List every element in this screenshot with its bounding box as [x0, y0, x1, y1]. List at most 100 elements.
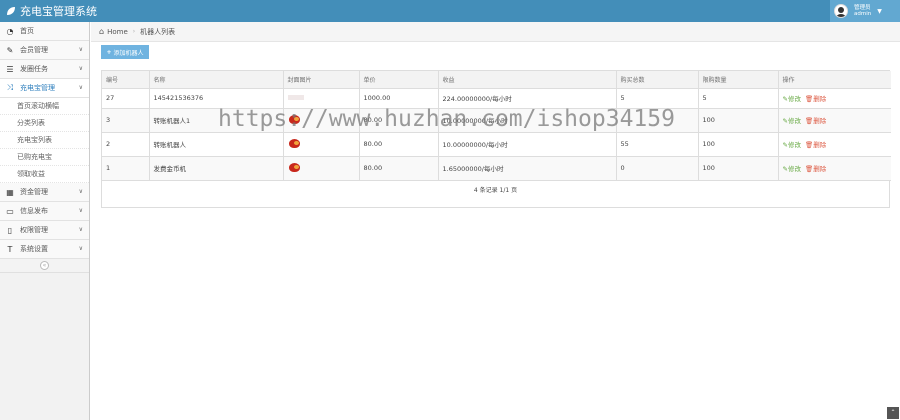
edit-link[interactable]: ✎修改 — [783, 117, 801, 125]
column-header: 操作 — [777, 71, 891, 89]
cell-id: 1 — [102, 156, 149, 181]
chevron-down-icon: ∨ — [78, 46, 83, 53]
pagination-info: 4 条记录 1/1 页 — [102, 181, 889, 198]
cell-limit: 100 — [697, 156, 778, 181]
breadcrumb-home[interactable]: Home — [107, 28, 128, 36]
top-navbar: 充电宝管理系统 管理员 admin ▼ — [0, 0, 900, 22]
edit-label: 修改 — [787, 165, 801, 173]
column-header: 购买总数 — [615, 71, 698, 89]
sidebar-subitem-label: 充电宝列表 — [17, 136, 52, 144]
cell-name: 145421536376 — [148, 88, 283, 109]
cell-total: 5 — [615, 88, 698, 109]
cell-total: 0 — [615, 156, 698, 181]
table-header-row: 编号 名称 封面图片 单价 收益 购买总数 限购数量 操作 — [102, 71, 891, 89]
chevron-down-icon: ∨ — [78, 65, 83, 72]
leaf-icon — [7, 7, 15, 15]
edit-link[interactable]: ✎修改 — [783, 95, 801, 103]
edit-link[interactable]: ✎修改 — [783, 165, 801, 173]
sidebar-item-publish[interactable]: ▭ 信息发布 ∨ — [0, 202, 89, 221]
delete-label: 删除 — [813, 117, 827, 125]
cell-actions: ✎修改 🗑删除 — [777, 108, 891, 133]
cell-price: 80.00 — [358, 132, 438, 157]
edit-label: 修改 — [787, 117, 801, 125]
cell-income: 224.00000000/每小时 — [437, 88, 616, 109]
user-menu[interactable]: 管理员 admin ▼ — [830, 0, 900, 22]
sidebar-item-label: 系统设置 — [20, 245, 48, 253]
cell-price: 1000.00 — [358, 88, 438, 109]
cell-actions: ✎修改 🗑删除 — [777, 88, 891, 109]
table-row: 27 145421536376 1000.00 224.00000000/每小时… — [102, 88, 891, 109]
sidebar-item-label: 充电宝管理 — [20, 84, 55, 92]
sidebar-subitem-label: 首页滚动横幅 — [17, 102, 59, 110]
sidebar-subitem-categories[interactable]: 分类列表 — [0, 115, 89, 132]
avatar — [834, 4, 848, 18]
delete-link[interactable]: 🗑删除 — [805, 117, 826, 125]
column-header: 名称 — [148, 71, 283, 89]
sidebar-item-label: 权限管理 — [20, 226, 48, 234]
sidebar-item-powerbank[interactable]: ⤨ 充电宝管理 ∨ — [0, 79, 89, 98]
calendar-icon: ▦ — [6, 187, 14, 197]
cell-price: 80.00 — [358, 156, 438, 181]
sidebar-subitem-banner[interactable]: 首页滚动横幅 — [0, 98, 89, 115]
sidebar-item-label: 资金管理 — [20, 188, 48, 196]
list-icon: ☰ — [6, 64, 14, 74]
sidebar-collapse-bar: « — [0, 259, 89, 273]
sidebar-item-tasks[interactable]: ☰ 发圈任务 ∨ — [0, 60, 89, 79]
collapse-sidebar-icon[interactable]: « — [40, 261, 49, 270]
delete-link[interactable]: 🗑删除 — [805, 95, 826, 103]
cell-limit: 100 — [697, 108, 778, 133]
delete-link[interactable]: 🗑删除 — [805, 165, 826, 173]
cell-id: 27 — [102, 88, 149, 109]
cell-income: 10.00000000/每小时 — [437, 132, 616, 157]
cell-limit: 100 — [697, 132, 778, 157]
text-width-icon: T — [7, 244, 13, 254]
sidebar-item-funds[interactable]: ▦ 资金管理 ∨ — [0, 183, 89, 202]
cell-id: 2 — [102, 132, 149, 157]
column-header: 编号 — [102, 71, 149, 89]
delete-link[interactable]: 🗑删除 — [805, 141, 826, 149]
caret-down-icon: ▼ — [877, 7, 882, 15]
add-robot-button[interactable]: + 添加机器人 — [101, 45, 149, 59]
cell-cover — [282, 132, 359, 157]
add-robot-label: 添加机器人 — [113, 49, 144, 57]
cell-name: 发费金币机 — [148, 156, 283, 181]
home-icon: ⌂ — [99, 27, 105, 36]
shuffle-icon: ⤨ — [6, 83, 14, 92]
sidebar-item-label: 信息发布 — [20, 207, 48, 215]
sidebar-item-members[interactable]: ✎ 会员管理 ∨ — [0, 41, 89, 60]
column-header: 限购数量 — [697, 71, 778, 89]
delete-label: 删除 — [813, 165, 827, 173]
cell-actions: ✎修改 🗑删除 — [777, 156, 891, 181]
chevron-right-icon: › — [132, 28, 136, 35]
chevron-down-icon: ∨ — [78, 188, 83, 195]
cell-cover — [282, 88, 359, 109]
scroll-top-button[interactable]: ⌃ — [887, 407, 899, 419]
sidebar-subitem-claim-income[interactable]: 领取收益 — [0, 166, 89, 183]
delete-label: 删除 — [813, 141, 827, 149]
delete-label: 删除 — [813, 95, 827, 103]
chevron-down-icon: ∨ — [78, 245, 83, 252]
breadcrumb: ⌂ Home › 机器人列表 — [91, 22, 900, 42]
cell-id: 3 — [102, 108, 149, 133]
sidebar-subitem-powerbank-list[interactable]: 充电宝列表 — [0, 132, 89, 149]
sidebar-subitem-label: 分类列表 — [17, 119, 45, 127]
cover-thumbnail — [288, 161, 302, 173]
sidebar-subitem-purchased[interactable]: 已购充电宝 — [0, 149, 89, 166]
sidebar-item-permissions[interactable]: ▯ 权限管理 ∨ — [0, 221, 89, 240]
sidebar-item-settings[interactable]: T 系统设置 ∨ — [0, 240, 89, 259]
sidebar-item-label: 会员管理 — [20, 46, 48, 54]
edit-link[interactable]: ✎修改 — [783, 141, 801, 149]
chevron-down-icon: ∨ — [78, 84, 83, 91]
sidebar-item-home[interactable]: ◔ 首页 — [0, 22, 89, 41]
column-header: 收益 — [437, 71, 616, 89]
plus-icon: + — [106, 48, 112, 56]
edit-label: 修改 — [787, 141, 801, 149]
watermark: https://www.huzhan.com/ishop34159 — [218, 106, 675, 132]
cell-income: 1.65000000/每小时 — [437, 156, 616, 181]
user-name: admin — [854, 11, 872, 17]
sidebar: ◔ 首页 ✎ 会员管理 ∨ ☰ 发圈任务 ∨ ⤨ 充电宝管理 ∨ 首页滚动横幅 … — [0, 22, 90, 420]
cover-thumbnail — [288, 137, 302, 149]
pagination-text: 4 条记录 1/1 页 — [473, 186, 518, 194]
brand[interactable]: 充电宝管理系统 — [6, 3, 97, 19]
chevron-down-icon: ∨ — [78, 207, 83, 214]
